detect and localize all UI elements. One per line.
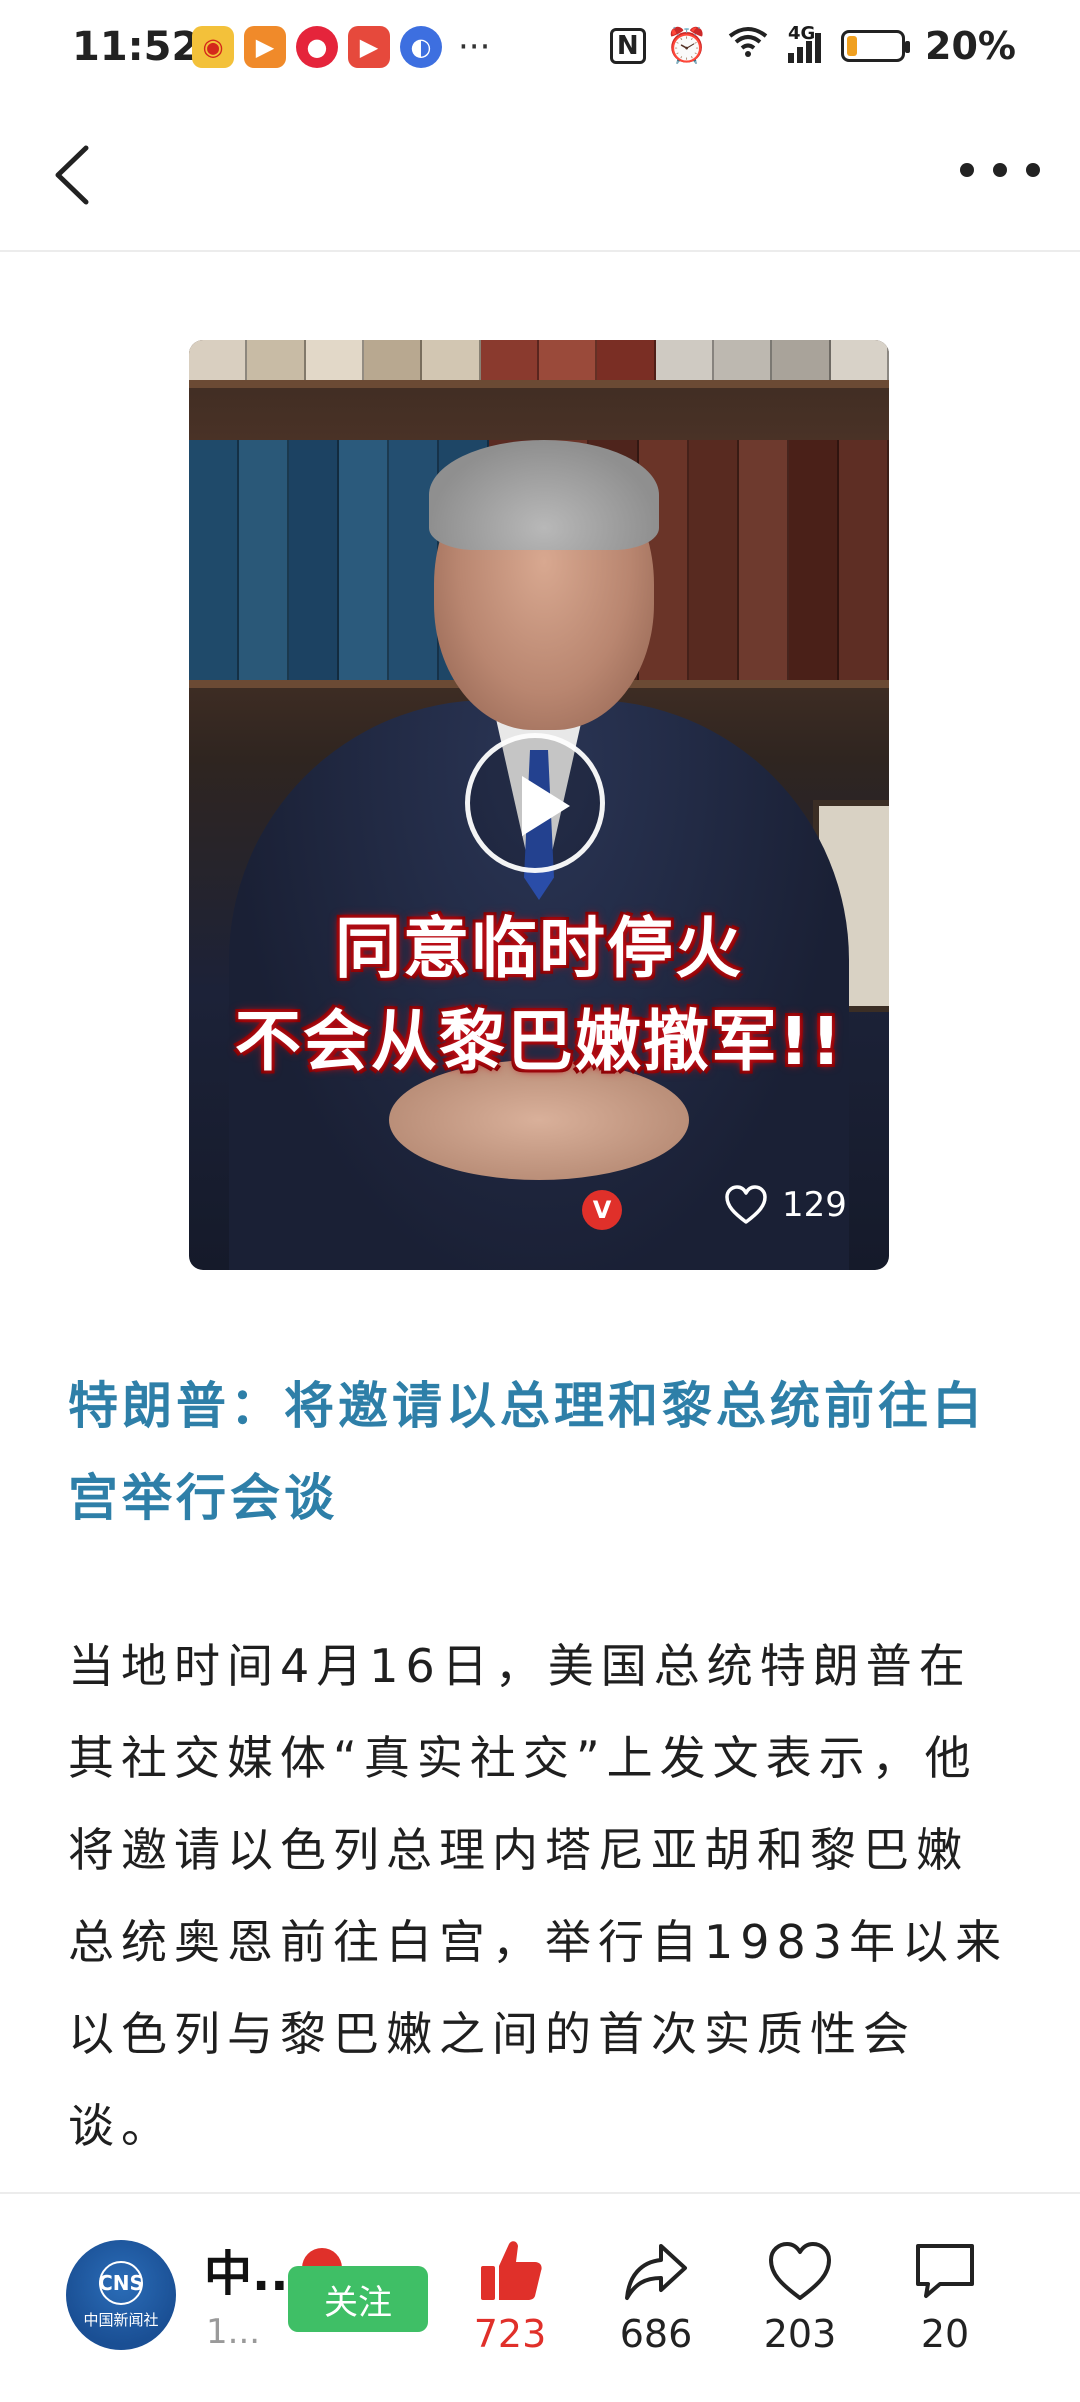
battery-level <box>847 36 858 56</box>
video-like-button[interactable]: 129 <box>724 1185 847 1225</box>
heart-outline-icon <box>725 1185 767 1224</box>
more-horizontal-icon[interactable] <box>960 150 1040 190</box>
signal-icon: 4G <box>788 23 822 63</box>
more-notifications-icon: ··· <box>458 27 491 67</box>
like-button[interactable]: 723 <box>450 2236 570 2356</box>
cns-logo-icon: CNS <box>98 2260 144 2305</box>
like-count: 723 <box>473 2312 547 2356</box>
video-caption-line2: 不会从黎巴嫩撤军!! <box>234 1003 844 1080</box>
status-app-icons: ◉ ▶ ● ▶ ◐ ··· <box>192 26 490 68</box>
wifi-icon <box>728 26 768 67</box>
comment-count: 20 <box>920 2312 970 2356</box>
play-icon[interactable] <box>465 733 605 873</box>
verified-badge: V <box>582 1190 622 1230</box>
battery-percent: 20% <box>925 24 1016 68</box>
author-name[interactable]: 中.. <box>204 2234 288 2304</box>
video-like-count: 129 <box>782 1185 847 1225</box>
share-arrow-icon <box>625 2244 687 2300</box>
top-nav-bar <box>0 100 1080 252</box>
bottom-action-bar: CNS 中国新闻社 中.. 1... 关注 723 686 203 20 <box>0 2192 1080 2402</box>
avatar-caption: 中国新闻社 <box>83 2310 159 2329</box>
comment-button[interactable]: 20 <box>885 2236 1005 2356</box>
video-player[interactable]: 同意临时停火 不会从黎巴嫩撤军!! V 129 <box>189 340 889 1270</box>
network-type-label: 4G <box>788 23 816 44</box>
author-subtitle: 1... <box>206 2312 261 2352</box>
author-avatar[interactable]: CNS 中国新闻社 <box>66 2240 176 2350</box>
bookshelf-top <box>189 340 889 380</box>
share-count: 686 <box>619 2312 693 2356</box>
battery-icon <box>841 30 911 62</box>
article-headline: 特朗普：将邀请以总理和黎总统前往白宫举行会谈 <box>68 1377 986 1527</box>
video-caption-line1: 同意临时停火 <box>335 910 743 987</box>
heart-icon <box>769 2242 831 2300</box>
video-app-icon: ▶ <box>244 26 286 68</box>
music-app-icon: ● <box>296 26 338 68</box>
status-bar: 11:52 ◉ ▶ ● ▶ ◐ ··· N ⏰ 4G 20% <box>0 0 1080 100</box>
chevron-left-icon[interactable] <box>46 140 106 210</box>
weibo-icon: ◉ <box>192 26 234 68</box>
player-app-icon: ▶ <box>348 26 390 68</box>
browser-app-icon: ◐ <box>400 26 442 68</box>
thumbs-up-icon <box>481 2241 542 2300</box>
status-time: 11:52 <box>72 24 200 70</box>
nfc-icon: N <box>609 28 646 64</box>
article-body: 当地时间4月16日，美国总统特朗普在其社交媒体“真实社交”上发文表示，他将邀请以… <box>68 1639 1009 2153</box>
share-button[interactable]: 686 <box>596 2236 716 2356</box>
comment-bubble-icon <box>916 2244 974 2298</box>
favorite-count: 203 <box>763 2312 837 2356</box>
follow-button[interactable]: 关注 <box>288 2266 428 2332</box>
favorite-button[interactable]: 203 <box>740 2236 860 2356</box>
alarm-icon: ⏰ <box>665 26 709 66</box>
status-system-icons: N ⏰ 4G 20% <box>609 23 1016 68</box>
